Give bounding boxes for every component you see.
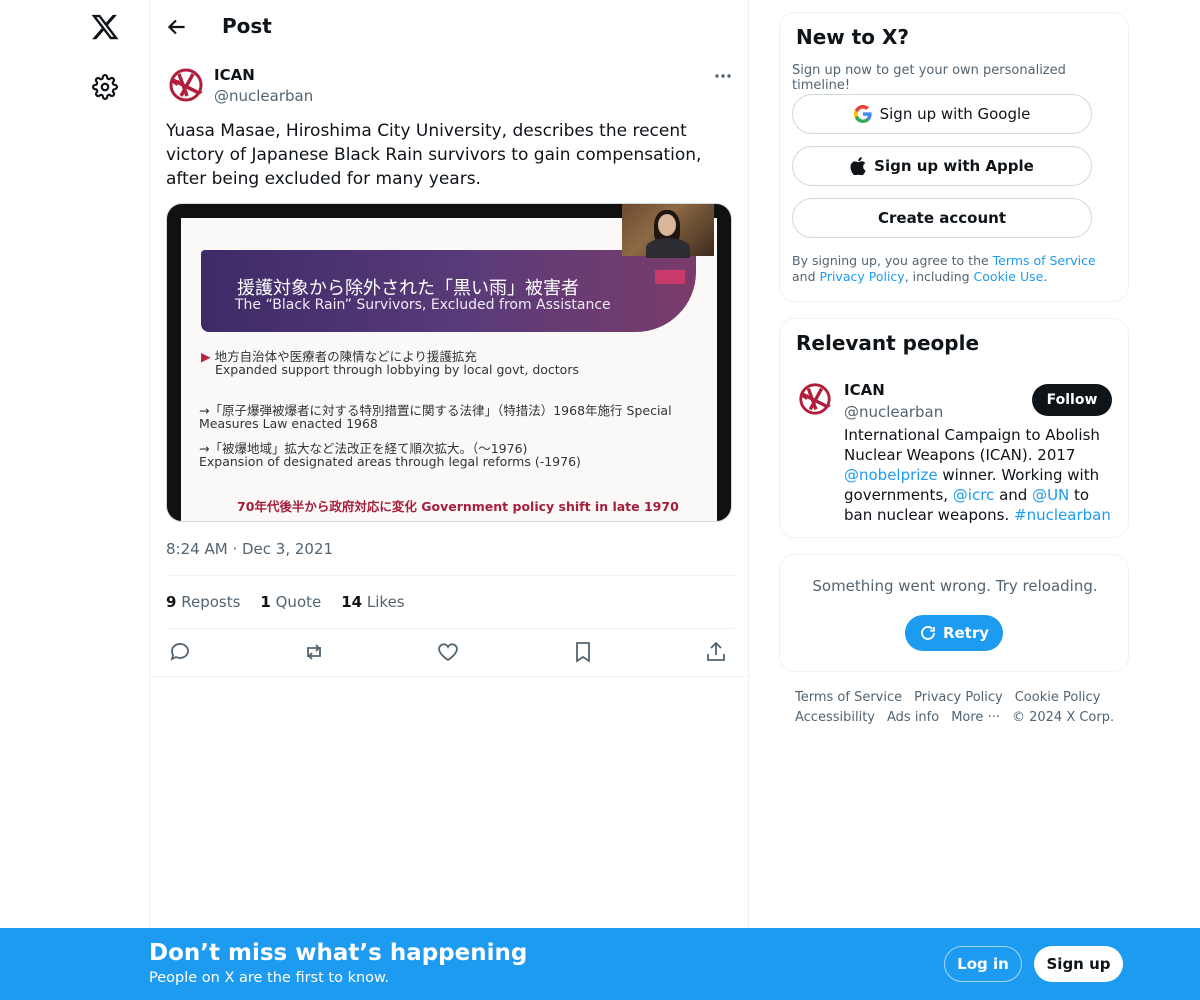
- footer-link[interactable]: More ···: [951, 708, 1000, 728]
- person-name[interactable]: ICAN: [844, 381, 885, 399]
- tweet-timestamp[interactable]: 8:24 AM · Dec 3, 2021: [166, 540, 333, 558]
- slide-title-en: The “Black Rain” Survivors, Excluded fro…: [235, 297, 611, 313]
- repost-icon[interactable]: [302, 640, 328, 666]
- footer-link[interactable]: Ads info: [887, 708, 939, 728]
- bottom-bar-title: Don’t miss what’s happening: [149, 940, 528, 966]
- bottom-signup-bar: Don’t miss what’s happening People on X …: [0, 928, 1200, 1000]
- signup-card: New to X? Sign up now to get your own pe…: [779, 12, 1129, 302]
- login-button[interactable]: Log in: [944, 946, 1022, 982]
- google-icon: [853, 105, 872, 123]
- tweet-actions: [166, 640, 734, 666]
- quotes-stat[interactable]: 1 Quote: [260, 593, 321, 611]
- divider: [150, 676, 750, 677]
- slide-line: Expanded support through lobbying by loc…: [215, 362, 579, 377]
- error-message: Something went wrong. Try reloading.: [812, 577, 1098, 595]
- copyright: © 2024 X Corp.: [1011, 710, 1115, 725]
- slide-line: Measures Law enacted 1968: [199, 416, 378, 431]
- page-title: Post: [222, 14, 272, 38]
- author-handle[interactable]: @nuclearban: [214, 87, 313, 105]
- mention-link[interactable]: @UN: [1032, 486, 1069, 504]
- relevant-people-card: Relevant people ICAN @nuclearban Follow …: [779, 318, 1129, 538]
- divider: [166, 575, 734, 576]
- more-options-icon[interactable]: [710, 66, 736, 86]
- x-logo-icon[interactable]: [90, 12, 120, 42]
- header: Post: [150, 0, 750, 54]
- person-bio: International Campaign to Abolish Nuclea…: [844, 426, 1111, 524]
- bottom-bar-subtitle: People on X are the first to know.: [149, 970, 390, 986]
- hashtag-link[interactable]: #nuclearban: [1014, 506, 1111, 524]
- slide-line: Expansion of designated areas through le…: [199, 454, 581, 469]
- arrow-left-icon[interactable]: [164, 14, 190, 40]
- tweet-stats: 9 Reposts 1 Quote 14 Likes: [166, 593, 405, 611]
- footer-link[interactable]: Privacy Policy: [914, 688, 1003, 708]
- relevant-people-title: Relevant people: [796, 331, 980, 355]
- apple-signup-button[interactable]: Sign up with Apple: [792, 146, 1092, 186]
- avatar[interactable]: [167, 66, 205, 104]
- follow-button[interactable]: Follow: [1032, 384, 1112, 416]
- tweet-media[interactable]: 援護対象から除外された「黒い雨」被害者 The “Black Rain” Sur…: [166, 203, 732, 522]
- divider: [166, 628, 734, 629]
- reposts-stat[interactable]: 9 Reposts: [166, 593, 240, 611]
- left-nav: [0, 0, 150, 1000]
- google-signup-button[interactable]: Sign up with Google: [792, 94, 1092, 134]
- webcam-overlay: [622, 204, 714, 258]
- reply-icon[interactable]: [168, 640, 194, 666]
- create-account-button[interactable]: Create account: [792, 198, 1092, 238]
- error-card: Something went wrong. Try reloading. Ret…: [779, 554, 1129, 672]
- signup-card-subtitle: Sign up now to get your own personalized…: [792, 63, 1066, 93]
- author-name[interactable]: ICAN: [214, 66, 255, 84]
- signup-button[interactable]: Sign up: [1034, 946, 1123, 982]
- share-icon[interactable]: [704, 640, 730, 666]
- mention-link[interactable]: @icrc: [953, 486, 995, 504]
- signup-terms: By signing up, you agree to the Terms of…: [792, 253, 1096, 284]
- gear-icon[interactable]: [92, 74, 118, 100]
- slide-footer-line: 70年代後半から政府対応に変化 Government policy shift …: [237, 499, 679, 514]
- mention-link[interactable]: @nobelprize: [844, 466, 938, 484]
- footer-link[interactable]: Terms of Service: [795, 688, 902, 708]
- tweet-text: Yuasa Masae, Hiroshima City University, …: [166, 121, 702, 189]
- likes-stat[interactable]: 14 Likes: [341, 593, 404, 611]
- slide-image: 援護対象から除外された「黒い雨」被害者 The “Black Rain” Sur…: [181, 218, 717, 521]
- main-column: Post ICAN @nuclearban Yuasa Masae, Hiros…: [149, 0, 750, 930]
- terms-of-service-link[interactable]: Terms of Service: [993, 253, 1096, 268]
- apple-icon: [850, 157, 866, 175]
- avatar[interactable]: [797, 381, 833, 417]
- signup-card-title: New to X?: [796, 25, 910, 49]
- cookie-use-link[interactable]: Cookie Use: [974, 269, 1044, 284]
- bookmark-icon[interactable]: [571, 640, 597, 666]
- retry-button[interactable]: Retry: [905, 615, 1003, 651]
- like-icon[interactable]: [436, 640, 462, 666]
- footer-link[interactable]: Accessibility: [795, 708, 875, 728]
- slide-accent: [655, 270, 685, 284]
- refresh-icon: [921, 626, 935, 640]
- footer-links: Terms of Service Privacy Policy Cookie Pol…: [795, 688, 1135, 728]
- person-handle[interactable]: @nuclearban: [844, 403, 943, 421]
- footer-link[interactable]: Cookie Policy: [1015, 688, 1101, 708]
- privacy-policy-link[interactable]: Privacy Policy: [820, 269, 905, 284]
